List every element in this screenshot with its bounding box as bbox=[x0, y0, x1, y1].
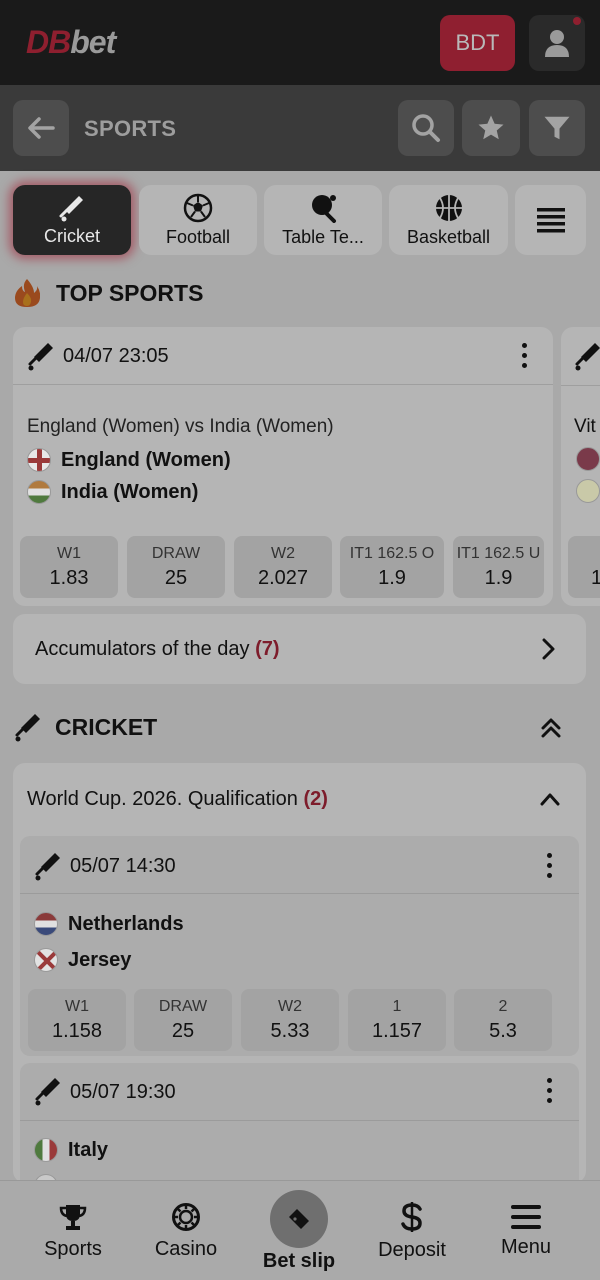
odd-button-2[interactable]: 2 5.3 bbox=[454, 989, 552, 1051]
sports-header: SPORTS bbox=[0, 85, 600, 171]
casino-chip-icon bbox=[172, 1202, 200, 1231]
favorites-button[interactable] bbox=[462, 100, 520, 156]
ticket-icon bbox=[289, 1208, 309, 1229]
nav-casino[interactable]: Casino bbox=[131, 1181, 241, 1280]
odd-button-w2[interactable]: W2 5.33 bbox=[241, 989, 339, 1051]
team-2: Jersey bbox=[34, 948, 131, 972]
currency-button[interactable]: BDT bbox=[440, 15, 515, 71]
match-card-header: 05/07 19:30 bbox=[20, 1063, 579, 1121]
basketball-icon bbox=[435, 194, 462, 221]
odd-button-draw[interactable]: DRAW 25 bbox=[127, 536, 225, 598]
trophy-icon bbox=[59, 1204, 87, 1230]
hamburger-menu-icon bbox=[511, 1204, 541, 1229]
tab-table-tennis[interactable]: Table Te... bbox=[264, 185, 382, 255]
tab-cricket[interactable]: Cricket bbox=[13, 185, 131, 255]
search-button[interactable] bbox=[398, 100, 454, 156]
team-2: India (Women) bbox=[27, 480, 198, 504]
top-sports-heading: TOP SPORTS bbox=[14, 278, 203, 308]
tab-football[interactable]: Football bbox=[139, 185, 257, 255]
filter-button[interactable] bbox=[529, 100, 585, 156]
more-options-icon[interactable] bbox=[522, 343, 528, 368]
nav-menu[interactable]: Menu bbox=[471, 1181, 581, 1280]
match-card[interactable]: 05/07 14:30 Netherlands Jersey W1 1.158 … bbox=[20, 836, 579, 1056]
match-title: Vit bbox=[574, 416, 596, 437]
odd-button-total-over[interactable]: IT1 162.5 O 1.9 bbox=[340, 536, 444, 598]
profile-button[interactable] bbox=[529, 15, 585, 71]
odd-button[interactable]: 1 bbox=[568, 536, 600, 598]
netherlands-flag-icon bbox=[34, 912, 58, 936]
fire-icon bbox=[15, 279, 40, 307]
all-sports-menu-button[interactable] bbox=[515, 185, 586, 255]
nav-bet-slip[interactable]: Bet slip bbox=[244, 1181, 354, 1280]
chevron-up-icon[interactable] bbox=[540, 792, 560, 806]
cricket-bat-icon bbox=[15, 714, 40, 742]
match-card-header: 05/07 14:30 bbox=[20, 836, 579, 894]
top-match-card[interactable]: 04/07 23:05 England (Women) vs India (Wo… bbox=[13, 327, 553, 606]
more-options-icon[interactable] bbox=[547, 1078, 553, 1103]
team-flag-icon bbox=[576, 447, 600, 471]
accumulators-count: (7) bbox=[255, 638, 280, 660]
cricket-bat-icon bbox=[59, 195, 83, 221]
cricket-bat-icon bbox=[28, 343, 53, 371]
nav-sports[interactable]: Sports bbox=[18, 1181, 128, 1280]
collapse-section-icon[interactable] bbox=[540, 717, 562, 739]
list-menu-icon bbox=[536, 208, 565, 233]
bottom-navigation: Sports Casino Bet slip Deposit Menu bbox=[0, 1180, 600, 1280]
user-icon bbox=[545, 30, 569, 57]
accumulators-label: Accumulators of the day bbox=[35, 638, 250, 660]
match-card[interactable]: 05/07 19:30 Italy bbox=[20, 1063, 579, 1183]
match-time: 05/07 14:30 bbox=[70, 855, 176, 877]
italy-flag-icon bbox=[34, 1138, 58, 1162]
league-header[interactable]: World Cup. 2026. Qualification (2) bbox=[27, 788, 328, 811]
match-title: England (Women) vs India (Women) bbox=[27, 416, 334, 437]
table-tennis-icon bbox=[312, 194, 336, 223]
odd-button-w1[interactable]: W1 1.83 bbox=[20, 536, 118, 598]
team-1: Italy bbox=[34, 1138, 108, 1162]
cricket-section-heading: CRICKET bbox=[13, 712, 157, 742]
football-icon bbox=[183, 193, 213, 222]
search-icon bbox=[412, 114, 440, 142]
odd-button-w2[interactable]: W2 2.027 bbox=[234, 536, 332, 598]
page-title: SPORTS bbox=[84, 116, 177, 141]
odd-button-1[interactable]: 1 1.157 bbox=[348, 989, 446, 1051]
dollar-icon bbox=[401, 1201, 422, 1232]
chevron-right-icon bbox=[542, 638, 555, 660]
match-time: 04/07 23:05 bbox=[63, 345, 169, 367]
team-1: Netherlands bbox=[34, 912, 184, 936]
nav-deposit[interactable]: Deposit bbox=[357, 1181, 467, 1280]
odd-button-w1[interactable]: W1 1.158 bbox=[28, 989, 126, 1051]
cricket-bat-icon bbox=[575, 343, 600, 371]
tab-basketball[interactable]: Basketball bbox=[389, 185, 508, 255]
odd-button-total-under[interactable]: IT1 162.5 U 1.9 bbox=[453, 536, 544, 598]
filter-icon bbox=[544, 116, 570, 140]
match-card-header: 04/07 23:05 bbox=[13, 327, 553, 385]
league-title: World Cup. 2026. Qualification bbox=[27, 788, 298, 810]
dbbet-logo[interactable]: DBbet bbox=[26, 24, 116, 61]
back-button[interactable] bbox=[13, 100, 69, 156]
bet-slip-badge bbox=[270, 1189, 328, 1248]
more-options-icon[interactable] bbox=[547, 853, 553, 878]
cricket-bat-icon bbox=[35, 853, 60, 881]
jersey-flag-icon bbox=[34, 948, 58, 972]
notification-dot bbox=[573, 17, 581, 25]
league-block: World Cup. 2026. Qualification (2) 05/07… bbox=[13, 763, 586, 1183]
accumulators-row[interactable]: Accumulators of the day (7) bbox=[13, 614, 586, 684]
top-match-card-next[interactable]: Vit 1 bbox=[561, 327, 600, 606]
arrow-left-icon bbox=[28, 117, 55, 139]
team-1: England (Women) bbox=[27, 448, 231, 472]
team-flag-icon bbox=[576, 479, 600, 503]
match-time: 05/07 19:30 bbox=[70, 1081, 176, 1103]
star-icon bbox=[478, 115, 504, 140]
odd-button-draw[interactable]: DRAW 25 bbox=[134, 989, 232, 1051]
england-flag-icon bbox=[27, 448, 51, 472]
india-flag-icon bbox=[27, 480, 51, 504]
cricket-bat-icon bbox=[35, 1078, 60, 1106]
top-bar: DBbet BDT bbox=[0, 0, 600, 85]
league-count: (2) bbox=[303, 788, 328, 810]
